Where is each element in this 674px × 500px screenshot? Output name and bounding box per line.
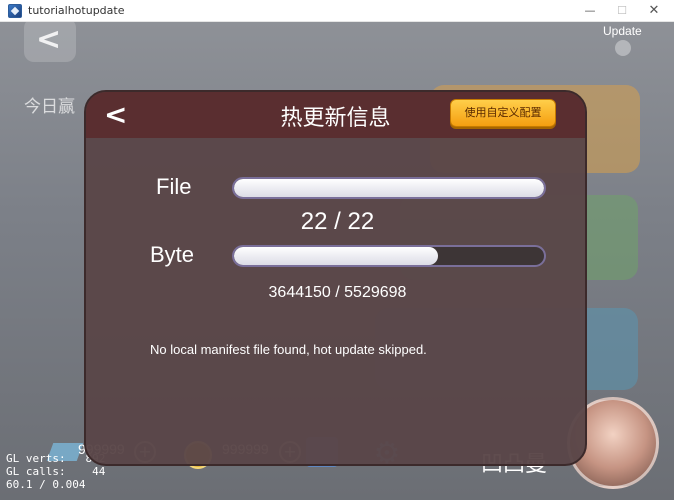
game-canvas: < 今日赢 Update 凹凸曼 999999 + 999999 + ⚙ GL …	[0, 22, 674, 500]
byte-progress-bar	[232, 245, 546, 267]
file-progress-bar	[232, 177, 546, 199]
file-label: File	[156, 174, 192, 199]
background-back-icon[interactable]: <	[36, 22, 61, 57]
maximize-button[interactable]: ☐	[606, 0, 638, 22]
byte-progress-text: 3644150 / 5529698	[268, 284, 407, 301]
app-icon	[8, 4, 22, 18]
close-button[interactable]: ✕	[638, 0, 670, 22]
file-progress-text: 22 / 22	[300, 208, 375, 235]
update-label[interactable]: Update	[603, 24, 642, 38]
minimize-button[interactable]: —	[574, 0, 606, 22]
dialog-header: < 热更新信息 使用自定义配置	[86, 92, 585, 138]
today-win-label: 今日赢	[24, 97, 75, 117]
byte-progress-fill	[234, 247, 439, 265]
status-message: No local manifest file found, hot update…	[150, 342, 427, 357]
byte-label: Byte	[150, 242, 195, 267]
window-title: tutorialhotupdate	[28, 4, 125, 17]
gl-calls: GL calls: 44	[6, 465, 106, 478]
custom-config-button[interactable]: 使用自定义配置	[450, 99, 556, 127]
update-icon[interactable]	[615, 40, 631, 56]
window-title-bar: tutorialhotupdate — ☐ ✕	[0, 0, 674, 22]
file-progress-fill	[234, 179, 544, 197]
fps: 60.1 / 0.004	[6, 478, 86, 491]
hot-update-dialog: < 热更新信息 使用自定义配置 File 22 / 22 Byte 364415…	[84, 90, 587, 466]
